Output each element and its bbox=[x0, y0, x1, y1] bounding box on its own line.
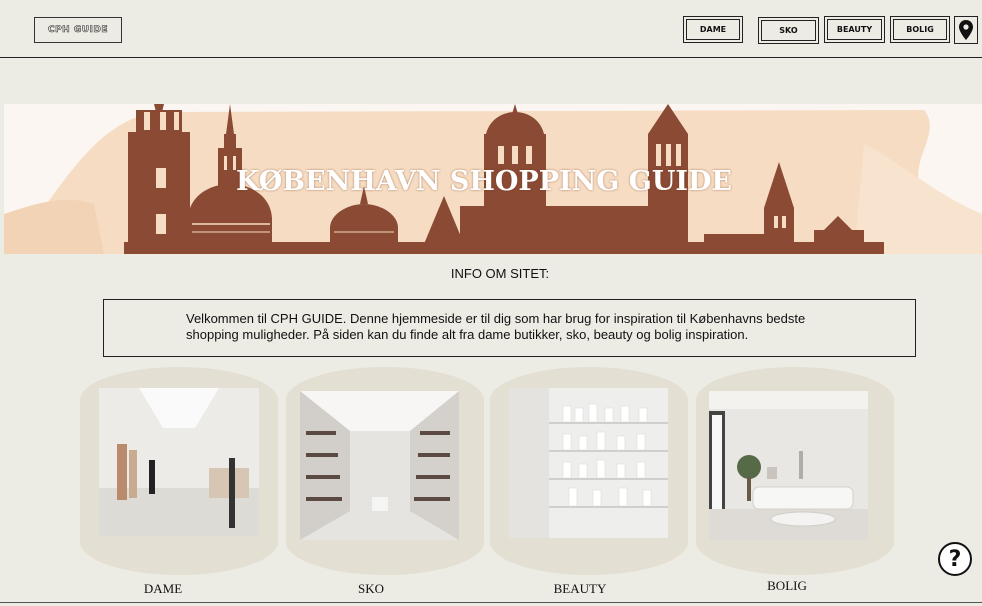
hero-banner: KØBENHAVN SHOPPING GUIDE bbox=[4, 104, 982, 254]
info-title: INFO OM SITET: bbox=[450, 266, 550, 281]
beauty-shelves-photo[interactable] bbox=[509, 388, 668, 538]
category-label-beauty: BEAUTY bbox=[553, 581, 607, 596]
category-card-bolig[interactable]: BOLIG bbox=[696, 367, 894, 593]
location-button[interactable] bbox=[954, 16, 978, 44]
category-card-sko[interactable]: SKO bbox=[286, 367, 484, 596]
living-room-photo[interactable] bbox=[709, 391, 868, 540]
footer-divider bbox=[0, 602, 982, 603]
banner-title: KØBENHAVN SHOPPING GUIDE bbox=[236, 166, 732, 197]
info-text: Velkommen til CPH GUIDE. Denne hjemmesid… bbox=[186, 311, 806, 342]
info-box: Velkommen til CPH GUIDE. Denne hjemmesid… bbox=[103, 299, 916, 357]
category-card-beauty[interactable]: BEAUTY bbox=[490, 367, 688, 596]
nav-dame-button[interactable]: DAME bbox=[683, 16, 743, 43]
category-card-dame[interactable]: DAME bbox=[80, 367, 278, 596]
category-label-dame: DAME bbox=[143, 581, 183, 596]
clothing-store-photo[interactable] bbox=[99, 388, 259, 536]
nav-sko-button[interactable]: SKO bbox=[758, 17, 819, 44]
category-label-bolig: BOLIG bbox=[767, 578, 807, 593]
help-icon: ? bbox=[948, 546, 962, 572]
logo-button[interactable]: CPH GUIDE bbox=[34, 17, 122, 43]
site-header: CPH GUIDE DAME SKO BEAUTY BOLIG bbox=[0, 0, 982, 58]
nav-bolig-button[interactable]: BOLIG bbox=[890, 16, 950, 43]
map-pin-icon bbox=[959, 20, 973, 40]
category-label-sko: SKO bbox=[357, 581, 384, 596]
help-button[interactable]: ? bbox=[938, 542, 972, 576]
shoe-store-photo[interactable] bbox=[300, 391, 459, 540]
nav-beauty-button[interactable]: BEAUTY bbox=[824, 16, 885, 43]
